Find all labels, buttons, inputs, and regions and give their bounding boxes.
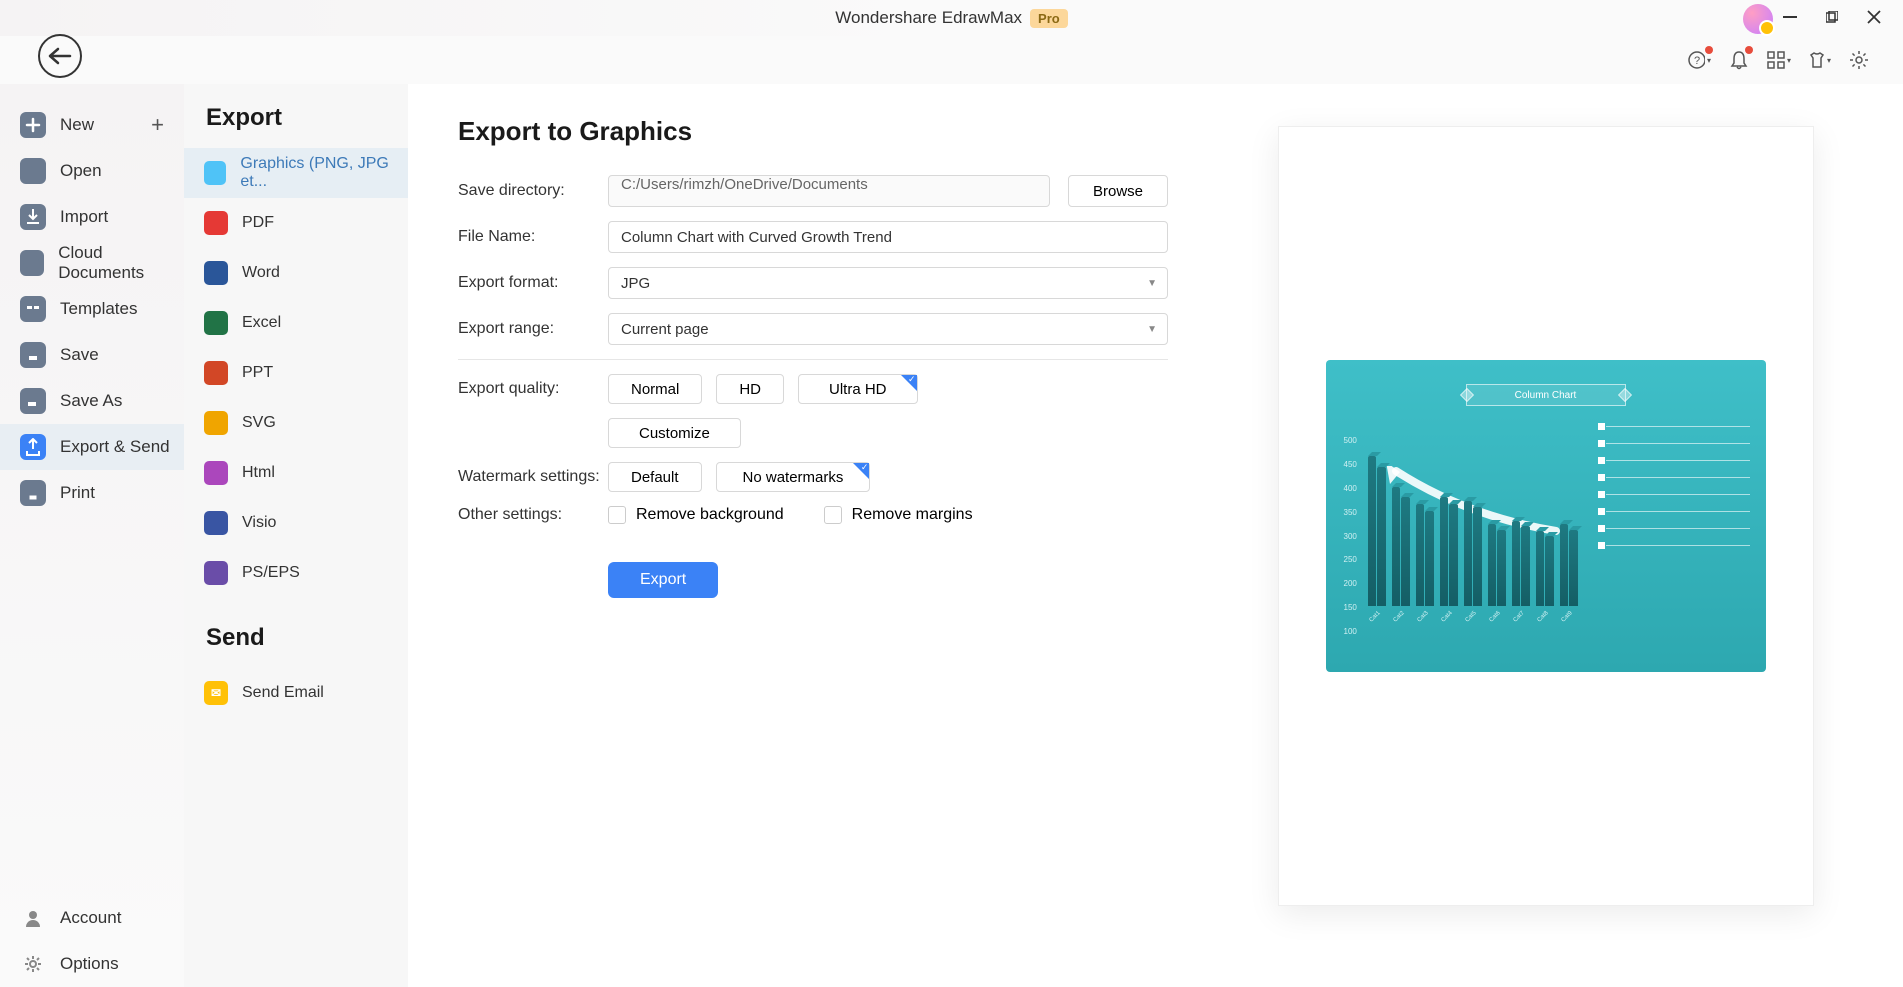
format-excel[interactable]: Excel <box>184 298 408 348</box>
close-button[interactable] <box>1865 8 1883 26</box>
nav-import[interactable]: Import <box>0 194 184 240</box>
left-sidebar: New+OpenImportCloud DocumentsTemplatesSa… <box>0 84 184 987</box>
format-word[interactable]: Word <box>184 248 408 298</box>
format-ppt[interactable]: PPT <box>184 348 408 398</box>
format-pseps[interactable]: PS/EPS <box>184 548 408 598</box>
remove-bg-checkbox[interactable] <box>608 506 626 524</box>
export-range-select[interactable]: Current page▼ <box>608 313 1168 345</box>
pro-badge: Pro <box>1030 9 1068 28</box>
nav-templates[interactable]: Templates <box>0 286 184 332</box>
nav-save-as[interactable]: Save As <box>0 378 184 424</box>
remove-margins-checkbox[interactable] <box>824 506 842 524</box>
preview-panel: Column Chart 500450400350300250200150100… <box>1278 126 1814 906</box>
main-content: Export to Graphics Save directory: C:/Us… <box>408 84 1903 987</box>
file-name-input[interactable] <box>608 221 1168 253</box>
titlebar: Wondershare EdrawMax Pro <box>0 0 1903 36</box>
toolbar: ?▾ ▾ ▾ <box>0 36 1903 84</box>
apps-icon[interactable]: ▾ <box>1767 48 1791 72</box>
nav-save[interactable]: Save <box>0 332 184 378</box>
app-title: Wondershare EdrawMax <box>835 8 1022 28</box>
export-heading: Export <box>184 104 408 148</box>
chart-preview: Column Chart 500450400350300250200150100… <box>1326 360 1766 672</box>
file-name-label: File Name: <box>458 228 608 246</box>
watermark-none-button[interactable]: No watermarks <box>716 462 871 492</box>
quality-customize-button[interactable]: Customize <box>608 418 741 448</box>
minimize-button[interactable] <box>1781 8 1799 26</box>
export-range-label: Export range: <box>458 320 608 338</box>
bell-icon[interactable] <box>1727 48 1751 72</box>
maximize-button[interactable] <box>1823 8 1841 26</box>
watermark-default-button[interactable]: Default <box>608 462 702 492</box>
export-button[interactable]: Export <box>608 562 718 598</box>
save-dir-label: Save directory: <box>458 182 608 200</box>
browse-button[interactable]: Browse <box>1068 175 1168 207</box>
nav-cloud-documents[interactable]: Cloud Documents <box>0 240 184 286</box>
quality-label: Export quality: <box>458 380 608 398</box>
nav-account[interactable]: Account <box>0 895 184 941</box>
send-heading: Send <box>184 598 408 668</box>
send-email[interactable]: ✉Send Email <box>184 668 408 718</box>
svg-text:?: ? <box>1694 55 1700 67</box>
quality-normal-button[interactable]: Normal <box>608 374 702 404</box>
quality-hd-button[interactable]: HD <box>716 374 784 404</box>
nav-new[interactable]: New+ <box>0 102 184 148</box>
chart-title: Column Chart <box>1466 384 1626 406</box>
quality-ultra-button[interactable]: Ultra HD <box>798 374 918 404</box>
watermark-label: Watermark settings: <box>458 468 608 486</box>
format-pdf[interactable]: PDF <box>184 198 408 248</box>
format-graphics[interactable]: Graphics (PNG, JPG et... <box>184 148 408 198</box>
user-avatar[interactable] <box>1743 4 1773 34</box>
settings-icon[interactable] <box>1847 48 1871 72</box>
save-dir-field: C:/Users/rimzh/OneDrive/Documents <box>608 175 1050 207</box>
remove-margins-label: Remove margins <box>852 506 973 524</box>
format-svg[interactable]: SVG <box>184 398 408 448</box>
nav-options[interactable]: Options <box>0 941 184 987</box>
export-format-select[interactable]: JPG▼ <box>608 267 1168 299</box>
help-icon[interactable]: ?▾ <box>1687 48 1711 72</box>
new-plus-icon[interactable]: + <box>151 112 164 138</box>
shirt-icon[interactable]: ▾ <box>1807 48 1831 72</box>
other-label: Other settings: <box>458 506 608 524</box>
format-html[interactable]: Html <box>184 448 408 498</box>
back-button[interactable] <box>38 34 82 78</box>
nav-export-send[interactable]: Export & Send <box>0 424 184 470</box>
export-format-label: Export format: <box>458 274 608 292</box>
nav-open[interactable]: Open <box>0 148 184 194</box>
nav-print[interactable]: Print <box>0 470 184 516</box>
format-visio[interactable]: Visio <box>184 498 408 548</box>
page-title: Export to Graphics <box>458 116 1168 147</box>
remove-bg-label: Remove background <box>636 506 784 524</box>
divider <box>458 359 1168 360</box>
format-sidebar: Export Graphics (PNG, JPG et...PDFWordEx… <box>184 84 408 987</box>
